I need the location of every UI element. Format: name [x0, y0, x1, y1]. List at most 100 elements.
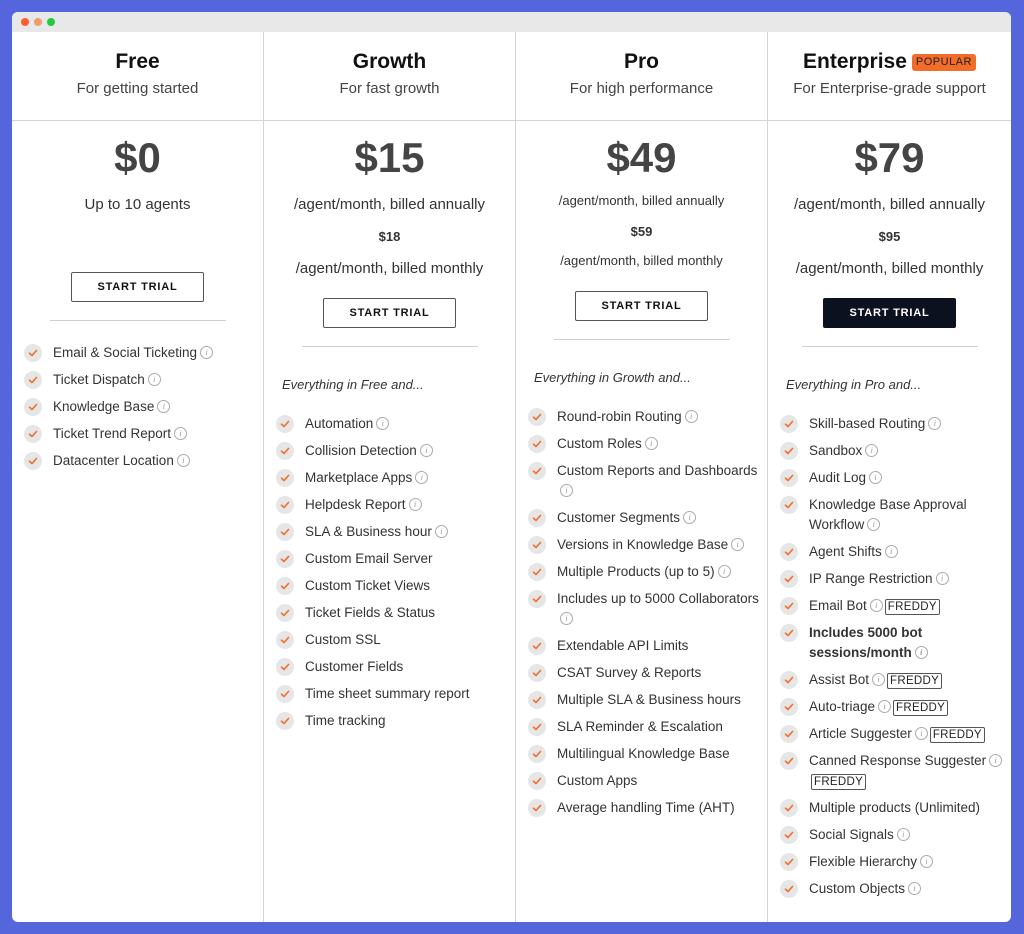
info-icon[interactable]: i	[415, 470, 429, 484]
feature-item: Helpdesk Report i	[276, 495, 515, 515]
feature-label: Canned Response Suggester	[809, 753, 987, 768]
plan-pro: Pro For high performance $49 /agent/mont…	[516, 32, 768, 922]
pricing-table: Free For getting started $0 Up to 10 age…	[12, 32, 1011, 922]
check-icon	[528, 664, 546, 682]
info-icon[interactable]: i	[869, 598, 883, 612]
feature-list: Automation i Collision Detection i Marketpla…	[264, 414, 515, 731]
start-trial-button[interactable]: START TRIAL	[575, 291, 708, 321]
close-window-button[interactable]	[21, 18, 29, 26]
feature-label: Ticket Dispatch	[53, 372, 145, 387]
feature-item: Ticket Fields & Status	[276, 603, 515, 623]
info-icon[interactable]: i	[376, 416, 390, 430]
feature-item: SLA Reminder & Escalation	[528, 717, 767, 737]
info-icon[interactable]: i	[157, 399, 171, 413]
feature-item: Email & Social Ticketing i	[24, 343, 263, 363]
feature-label: Auto-triage	[809, 699, 876, 714]
check-icon	[780, 752, 798, 770]
info-icon[interactable]: i	[419, 443, 433, 457]
start-trial-button[interactable]: START TRIAL	[71, 272, 204, 302]
price-block: $15 /agent/month, billed annually $18 /a…	[264, 134, 515, 328]
info-icon[interactable]: i	[928, 416, 942, 430]
feature-label: Skill-based Routing	[809, 416, 926, 431]
info-icon[interactable]: i	[914, 726, 928, 740]
check-icon	[276, 523, 294, 541]
plan-free: Free For getting started $0 Up to 10 age…	[12, 32, 264, 922]
info-icon[interactable]: i	[869, 470, 883, 484]
minimize-window-button[interactable]	[34, 18, 42, 26]
feature-label: Email Bot	[809, 598, 867, 613]
info-icon[interactable]: i	[717, 564, 731, 578]
plan-intro: Everything in Pro and...	[786, 377, 922, 392]
feature-label: Round-robin Routing	[557, 409, 682, 424]
plan-header: Enterprise POPULAR For Enterprise-grade …	[768, 32, 1011, 121]
feature-item: Multiple Products (up to 5) i	[528, 562, 767, 582]
info-icon[interactable]: i	[896, 827, 910, 841]
check-icon	[780, 415, 798, 433]
feature-label: SLA & Business hour	[305, 524, 432, 539]
info-icon[interactable]: i	[884, 544, 898, 558]
info-icon[interactable]: i	[560, 483, 573, 497]
check-icon	[528, 408, 546, 426]
check-icon	[276, 685, 294, 703]
info-icon[interactable]: i	[865, 443, 879, 457]
feature-item: Auto-triage i FREDDY	[780, 697, 1011, 717]
feature-label: Flexible Hierarchy	[809, 854, 918, 869]
info-icon[interactable]: i	[560, 611, 573, 625]
check-icon	[24, 371, 42, 389]
info-icon[interactable]: i	[174, 426, 188, 440]
check-icon	[528, 435, 546, 453]
feature-item: Includes 5000 bot sessions/month i	[780, 623, 1011, 663]
feature-item: Custom Reports and Dashboards i	[528, 461, 767, 501]
feature-label: Includes up to 5000 Collaborators	[557, 591, 759, 606]
info-icon[interactable]: i	[684, 409, 698, 423]
feature-item: Extendable API Limits	[528, 636, 767, 656]
check-icon	[780, 853, 798, 871]
info-icon[interactable]: i	[920, 854, 934, 868]
feature-label: Includes 5000 bot sessions/month	[809, 625, 923, 660]
info-icon[interactable]: i	[989, 753, 1003, 767]
feature-item: Sandbox i	[780, 441, 1011, 461]
info-icon[interactable]: i	[683, 510, 697, 524]
info-icon[interactable]: i	[176, 453, 190, 467]
info-icon[interactable]: i	[908, 881, 922, 895]
feature-item: Social Signals i	[780, 825, 1011, 845]
feature-item: Versions in Knowledge Base i	[528, 535, 767, 555]
feature-label: Customer Fields	[305, 659, 404, 674]
info-icon[interactable]: i	[935, 571, 949, 585]
info-icon[interactable]: i	[867, 517, 881, 531]
start-trial-button[interactable]: START TRIAL	[823, 298, 956, 328]
feature-item: Custom Apps	[528, 771, 767, 791]
popular-badge: POPULAR	[911, 53, 976, 71]
feature-item: Custom Email Server	[276, 549, 515, 569]
plan-name: Growth	[352, 50, 427, 73]
feature-label: Time sheet summary report	[305, 686, 470, 701]
maximize-window-button[interactable]	[47, 18, 55, 26]
start-trial-button[interactable]: START TRIAL	[323, 298, 456, 328]
feature-label: Ticket Trend Report	[53, 426, 172, 441]
feature-item: Agent Shifts i	[780, 542, 1011, 562]
feature-item: Custom Objects i	[780, 879, 1011, 899]
info-icon[interactable]: i	[914, 645, 928, 659]
check-icon	[276, 631, 294, 649]
check-icon	[780, 442, 798, 460]
feature-item: Custom SSL	[276, 630, 515, 650]
info-icon[interactable]: i	[731, 537, 745, 551]
info-icon[interactable]: i	[147, 372, 161, 386]
check-icon	[780, 826, 798, 844]
info-icon[interactable]: i	[200, 345, 214, 359]
info-icon[interactable]: i	[872, 672, 886, 686]
plan-tagline: For fast growth	[339, 80, 440, 97]
feature-label: Custom Apps	[557, 773, 638, 788]
feature-item: Time sheet summary report	[276, 684, 515, 704]
info-icon[interactable]: i	[408, 497, 422, 511]
feature-item: Time tracking	[276, 711, 515, 731]
feature-item: Includes up to 5000 Collaborators i	[528, 589, 767, 629]
plan-name: Free	[115, 50, 160, 73]
feature-item: Collision Detection i	[276, 441, 515, 461]
check-icon	[528, 637, 546, 655]
feature-label: Marketplace Apps	[305, 470, 413, 485]
check-icon	[780, 597, 798, 615]
info-icon[interactable]: i	[878, 699, 892, 713]
info-icon[interactable]: i	[644, 436, 658, 450]
info-icon[interactable]: i	[434, 524, 448, 538]
